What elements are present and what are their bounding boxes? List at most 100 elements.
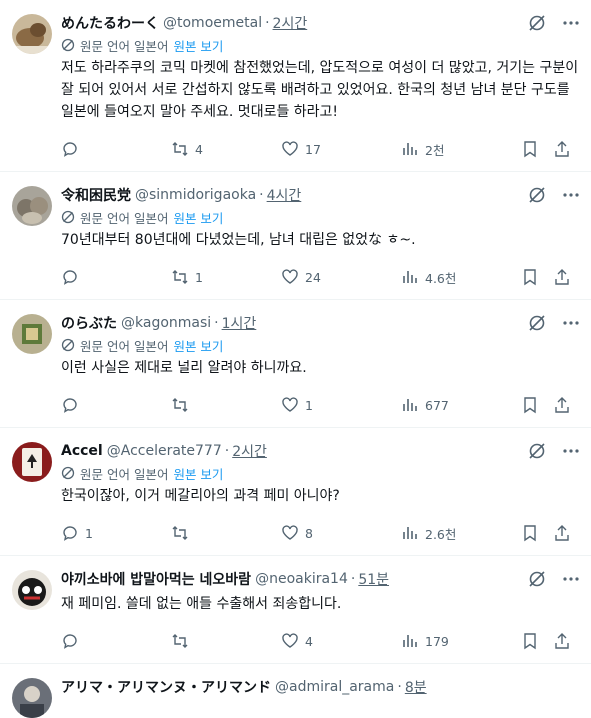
timestamp[interactable]: 8분 (405, 677, 427, 697)
translation-source: 원문 언어 일본어 (80, 338, 169, 354)
views-button[interactable]: 179 (401, 632, 521, 650)
bookmark-button[interactable] (521, 632, 553, 650)
timestamp[interactable]: 51분 (358, 569, 389, 589)
author-name[interactable]: 야끼소바에 밥말아먹는 네오바람 (61, 569, 251, 589)
separator: · (397, 679, 402, 695)
avatar[interactable] (12, 442, 52, 482)
more-icon[interactable] (561, 313, 581, 333)
bookmark-button[interactable] (521, 396, 553, 414)
author-name[interactable]: 令和困民党 (61, 185, 131, 205)
analytics-icon (403, 143, 417, 155)
share-button[interactable] (553, 140, 573, 158)
like-button[interactable]: 17 (281, 140, 401, 158)
author-name[interactable]: アリマ・アリマンヌ・アリマンド (61, 677, 271, 697)
repost-icon (172, 270, 188, 284)
like-button[interactable]: 1 (281, 396, 401, 414)
show-original-link[interactable]: 원본 보기 (173, 36, 223, 55)
reply-button[interactable] (61, 140, 171, 158)
avatar[interactable] (12, 314, 52, 354)
author-handle[interactable]: @Accelerate777 (107, 443, 222, 459)
grok-icon[interactable] (527, 569, 547, 589)
view-count: 2천 (425, 142, 445, 158)
reply-icon (63, 398, 77, 413)
repost-button[interactable]: 1 (171, 268, 281, 286)
post[interactable]: 令和困民党 @sinmidorigaoka · 4시간 원문 언어 일본어 원본… (0, 172, 591, 300)
author-handle[interactable]: @tomoemetal (163, 15, 262, 31)
author-name[interactable]: のらぶた (61, 313, 117, 333)
share-icon (555, 269, 569, 285)
author-name[interactable]: めんたるわーく (61, 13, 159, 33)
more-icon[interactable] (561, 569, 581, 589)
bookmark-button[interactable] (521, 268, 553, 286)
reply-button[interactable]: 1 (61, 524, 171, 542)
timestamp[interactable]: 1시간 (222, 313, 257, 333)
like-button[interactable]: 24 (281, 268, 401, 286)
avatar[interactable] (12, 186, 52, 226)
post[interactable]: アリマ・アリマンヌ・アリマンド @admiral_arama · 8분 (0, 664, 591, 718)
views-button[interactable]: 2.6천 (401, 524, 521, 543)
post[interactable]: のらぶた @kagonmasi · 1시간 원문 언어 일본어 원본 보기 이런… (0, 300, 591, 428)
avatar[interactable] (12, 14, 52, 54)
bookmark-icon (524, 269, 536, 286)
grok-icon[interactable] (527, 313, 547, 333)
author-handle[interactable]: @admiral_arama (275, 679, 394, 695)
reply-button[interactable] (61, 268, 171, 286)
reply-icon (63, 634, 77, 649)
repost-icon (172, 634, 188, 648)
view-count: 179 (425, 633, 449, 649)
views-button[interactable]: 677 (401, 396, 521, 414)
timestamp[interactable]: 2시간 (232, 441, 267, 461)
author-handle[interactable]: @kagonmasi (121, 315, 211, 331)
translate-icon (61, 338, 75, 352)
more-icon[interactable] (561, 441, 581, 461)
reply-icon (63, 142, 77, 157)
share-icon (555, 141, 569, 157)
avatar[interactable] (12, 570, 52, 610)
like-count: 1 (305, 397, 313, 413)
share-button[interactable] (553, 632, 573, 650)
repost-button[interactable] (171, 632, 281, 650)
heart-icon (282, 525, 298, 540)
timestamp[interactable]: 2시간 (273, 13, 308, 33)
bookmark-icon (524, 633, 536, 650)
show-original-link[interactable]: 원본 보기 (173, 464, 223, 483)
repost-count: 4 (195, 141, 203, 157)
author-handle[interactable]: @neoakira14 (255, 571, 348, 587)
show-original-link[interactable]: 원본 보기 (173, 208, 223, 227)
show-original-link[interactable]: 원본 보기 (173, 336, 223, 355)
share-button[interactable] (553, 524, 573, 542)
repost-button[interactable] (171, 396, 281, 414)
post[interactable]: めんたるわーく @tomoemetal · 2시간 원문 언어 일본어 원본 보… (0, 0, 591, 172)
grok-icon[interactable] (527, 441, 547, 461)
more-icon[interactable] (561, 13, 581, 33)
bookmark-button[interactable] (521, 140, 553, 158)
share-button[interactable] (553, 268, 573, 286)
avatar[interactable] (12, 678, 52, 718)
reply-button[interactable] (61, 632, 171, 650)
repost-icon (172, 398, 188, 412)
share-icon (555, 633, 569, 649)
share-icon (555, 397, 569, 413)
repost-button[interactable]: 4 (171, 140, 281, 158)
author-name[interactable]: Accel (61, 443, 103, 459)
grok-icon[interactable] (527, 185, 547, 205)
share-button[interactable] (553, 396, 573, 414)
post-text: 이런 사실은 제대로 널리 알려야 하니까요. (61, 360, 307, 376)
post-text: 한국이잖아, 이거 메갈리아의 과격 페미 아니야? (61, 488, 340, 504)
like-count: 24 (305, 269, 321, 285)
views-button[interactable]: 4.6천 (401, 268, 521, 287)
reply-button[interactable] (61, 396, 171, 414)
reply-count: 1 (85, 525, 93, 541)
post[interactable]: 야끼소바에 밥말아먹는 네오바람 @neoakira14 · 51분 재 페미임… (0, 556, 591, 664)
author-handle[interactable]: @sinmidorigaoka (135, 187, 256, 203)
like-button[interactable]: 8 (281, 524, 401, 542)
views-button[interactable]: 2천 (401, 140, 521, 159)
separator: · (265, 15, 270, 31)
like-button[interactable]: 4 (281, 632, 401, 650)
repost-button[interactable] (171, 524, 281, 542)
grok-icon[interactable] (527, 13, 547, 33)
post[interactable]: Accel @Accelerate777 · 2시간 원문 언어 일본어 원본 … (0, 428, 591, 556)
more-icon[interactable] (561, 185, 581, 205)
timestamp[interactable]: 4시간 (267, 185, 302, 205)
bookmark-button[interactable] (521, 524, 553, 542)
